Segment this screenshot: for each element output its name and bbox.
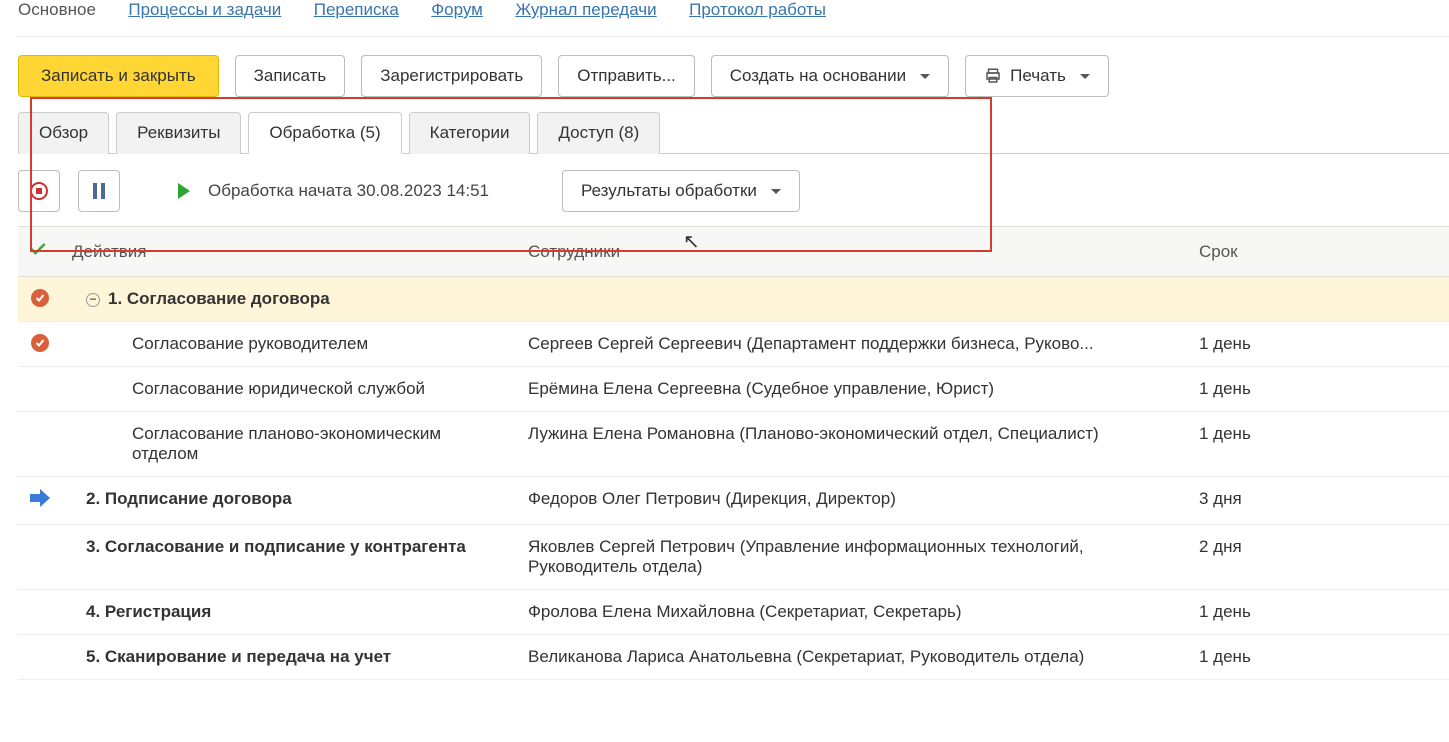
print-icon <box>984 67 1002 85</box>
row-term: 2 дня <box>1189 525 1449 590</box>
row-mark <box>18 367 62 412</box>
register-button[interactable]: Зарегистрировать <box>361 55 542 97</box>
processing-toolbar: Обработка начата 30.08.2023 14:51 Резуль… <box>18 154 1449 226</box>
processing-results-label: Результаты обработки <box>581 181 757 201</box>
table-row[interactable]: 5. Сканирование и передача на учет Велика… <box>18 635 1449 680</box>
col-mark <box>18 227 62 277</box>
row-mark <box>18 635 62 680</box>
row-action: Согласование руководителем <box>62 322 518 367</box>
actions-table: Действия Сотрудники Срок −1. Согласовани… <box>18 226 1449 680</box>
save-button[interactable]: Записать <box>235 55 346 97</box>
table-row[interactable]: 4. Регистрация Фролова Елена Михайловна (… <box>18 590 1449 635</box>
col-employees[interactable]: Сотрудники <box>518 227 1189 277</box>
action-label: Согласование планово-экономическим отдел… <box>132 424 441 463</box>
tab-requisites[interactable]: Реквизиты <box>116 112 241 154</box>
tabs: Обзор Реквизиты Обработка (5) Категории … <box>18 111 1449 154</box>
action-label: 1. Согласование договора <box>108 289 330 308</box>
create-based-label: Создать на основании <box>730 66 906 86</box>
tab-categories[interactable]: Категории <box>409 112 531 154</box>
row-employee: Великанова Лариса Анатольевна (Секретари… <box>518 635 1189 680</box>
create-based-button[interactable]: Создать на основании <box>711 55 949 97</box>
row-action: Согласование планово-экономическим отдел… <box>62 412 518 477</box>
nav-main[interactable]: Основное <box>18 0 96 19</box>
row-term: 1 день <box>1189 322 1449 367</box>
action-label: 3. Согласование и подписание у контраген… <box>86 537 466 556</box>
row-employee: Яковлев Сергей Петрович (Управление инфо… <box>518 525 1189 590</box>
row-employee: Фролова Елена Михайловна (Секретариат, С… <box>518 590 1189 635</box>
action-label: Согласование руководителем <box>132 334 368 353</box>
row-action: 2. Подписание договора <box>62 477 518 525</box>
action-label: 5. Сканирование и передача на учет <box>86 647 391 666</box>
print-label: Печать <box>1010 66 1066 86</box>
nav-forum[interactable]: Форум <box>431 0 483 19</box>
row-action: 3. Согласование и подписание у контраген… <box>62 525 518 590</box>
row-term: 1 день <box>1189 590 1449 635</box>
table-row[interactable]: 3. Согласование и подписание у контраген… <box>18 525 1449 590</box>
row-employee: Лужина Елена Романовна (Планово-экономич… <box>518 412 1189 477</box>
tab-overview[interactable]: Обзор <box>18 112 109 154</box>
play-icon <box>178 183 190 199</box>
arrow-right-icon <box>30 489 50 507</box>
send-button[interactable]: Отправить... <box>558 55 694 97</box>
row-term <box>1189 277 1449 322</box>
row-term: 1 день <box>1189 367 1449 412</box>
row-mark <box>18 525 62 590</box>
stop-button[interactable] <box>18 170 60 212</box>
action-label: 4. Регистрация <box>86 602 211 621</box>
row-employee: Сергеев Сергей Сергеевич (Департамент по… <box>518 322 1189 367</box>
table-row[interactable]: Согласование руководителем Сергеев Сергей… <box>18 322 1449 367</box>
row-employee: Федоров Олег Петрович (Дирекция, Директо… <box>518 477 1189 525</box>
stop-icon <box>30 182 48 200</box>
processing-status: Обработка начата 30.08.2023 14:51 <box>208 181 489 201</box>
nav-correspondence[interactable]: Переписка <box>314 0 399 19</box>
row-mark <box>18 412 62 477</box>
action-label: Согласование юридической службой <box>132 379 425 398</box>
tab-processing[interactable]: Обработка (5) <box>248 112 401 154</box>
row-mark <box>18 590 62 635</box>
save-close-button[interactable]: Записать и закрыть <box>18 55 219 97</box>
row-term: 1 день <box>1189 412 1449 477</box>
col-actions[interactable]: Действия <box>62 227 518 277</box>
table-row[interactable]: −1. Согласование договора <box>18 277 1449 322</box>
row-employee: Ерёмина Елена Сергеевна (Судебное управл… <box>518 367 1189 412</box>
check-circle-icon <box>31 289 49 307</box>
table-row[interactable]: 2. Подписание договора Федоров Олег Петро… <box>18 477 1449 525</box>
check-circle-icon <box>31 334 49 352</box>
col-term[interactable]: Срок <box>1189 227 1449 277</box>
nav-processes[interactable]: Процессы и задачи <box>128 0 281 19</box>
row-mark <box>18 277 62 322</box>
table-row[interactable]: Согласование планово-экономическим отдел… <box>18 412 1449 477</box>
chevron-down-icon <box>1074 66 1090 86</box>
chevron-down-icon <box>914 66 930 86</box>
pause-icon <box>93 183 105 199</box>
table-row[interactable]: Согласование юридической службой Ерёмина … <box>18 367 1449 412</box>
collapse-icon[interactable]: − <box>86 293 100 307</box>
action-label: 2. Подписание договора <box>86 489 292 508</box>
row-term: 3 дня <box>1189 477 1449 525</box>
tab-access[interactable]: Доступ (8) <box>537 112 660 154</box>
row-action: 5. Сканирование и передача на учет <box>62 635 518 680</box>
row-mark <box>18 322 62 367</box>
chevron-down-icon <box>765 181 781 201</box>
print-button[interactable]: Печать <box>965 55 1109 97</box>
processing-results-button[interactable]: Результаты обработки <box>562 170 800 212</box>
pause-button[interactable] <box>78 170 120 212</box>
row-term: 1 день <box>1189 635 1449 680</box>
toolbar: Записать и закрыть Записать Зарегистриро… <box>18 37 1449 97</box>
row-mark <box>18 477 62 525</box>
nav-work-protocol[interactable]: Протокол работы <box>689 0 826 19</box>
row-employee <box>518 277 1189 322</box>
nav-transfer-log[interactable]: Журнал передачи <box>515 0 656 19</box>
row-action: Согласование юридической службой <box>62 367 518 412</box>
check-header-icon <box>28 239 48 259</box>
top-nav: Основное Процессы и задачи Переписка Фор… <box>18 0 1449 37</box>
row-action: 4. Регистрация <box>62 590 518 635</box>
row-action: −1. Согласование договора <box>62 277 518 322</box>
